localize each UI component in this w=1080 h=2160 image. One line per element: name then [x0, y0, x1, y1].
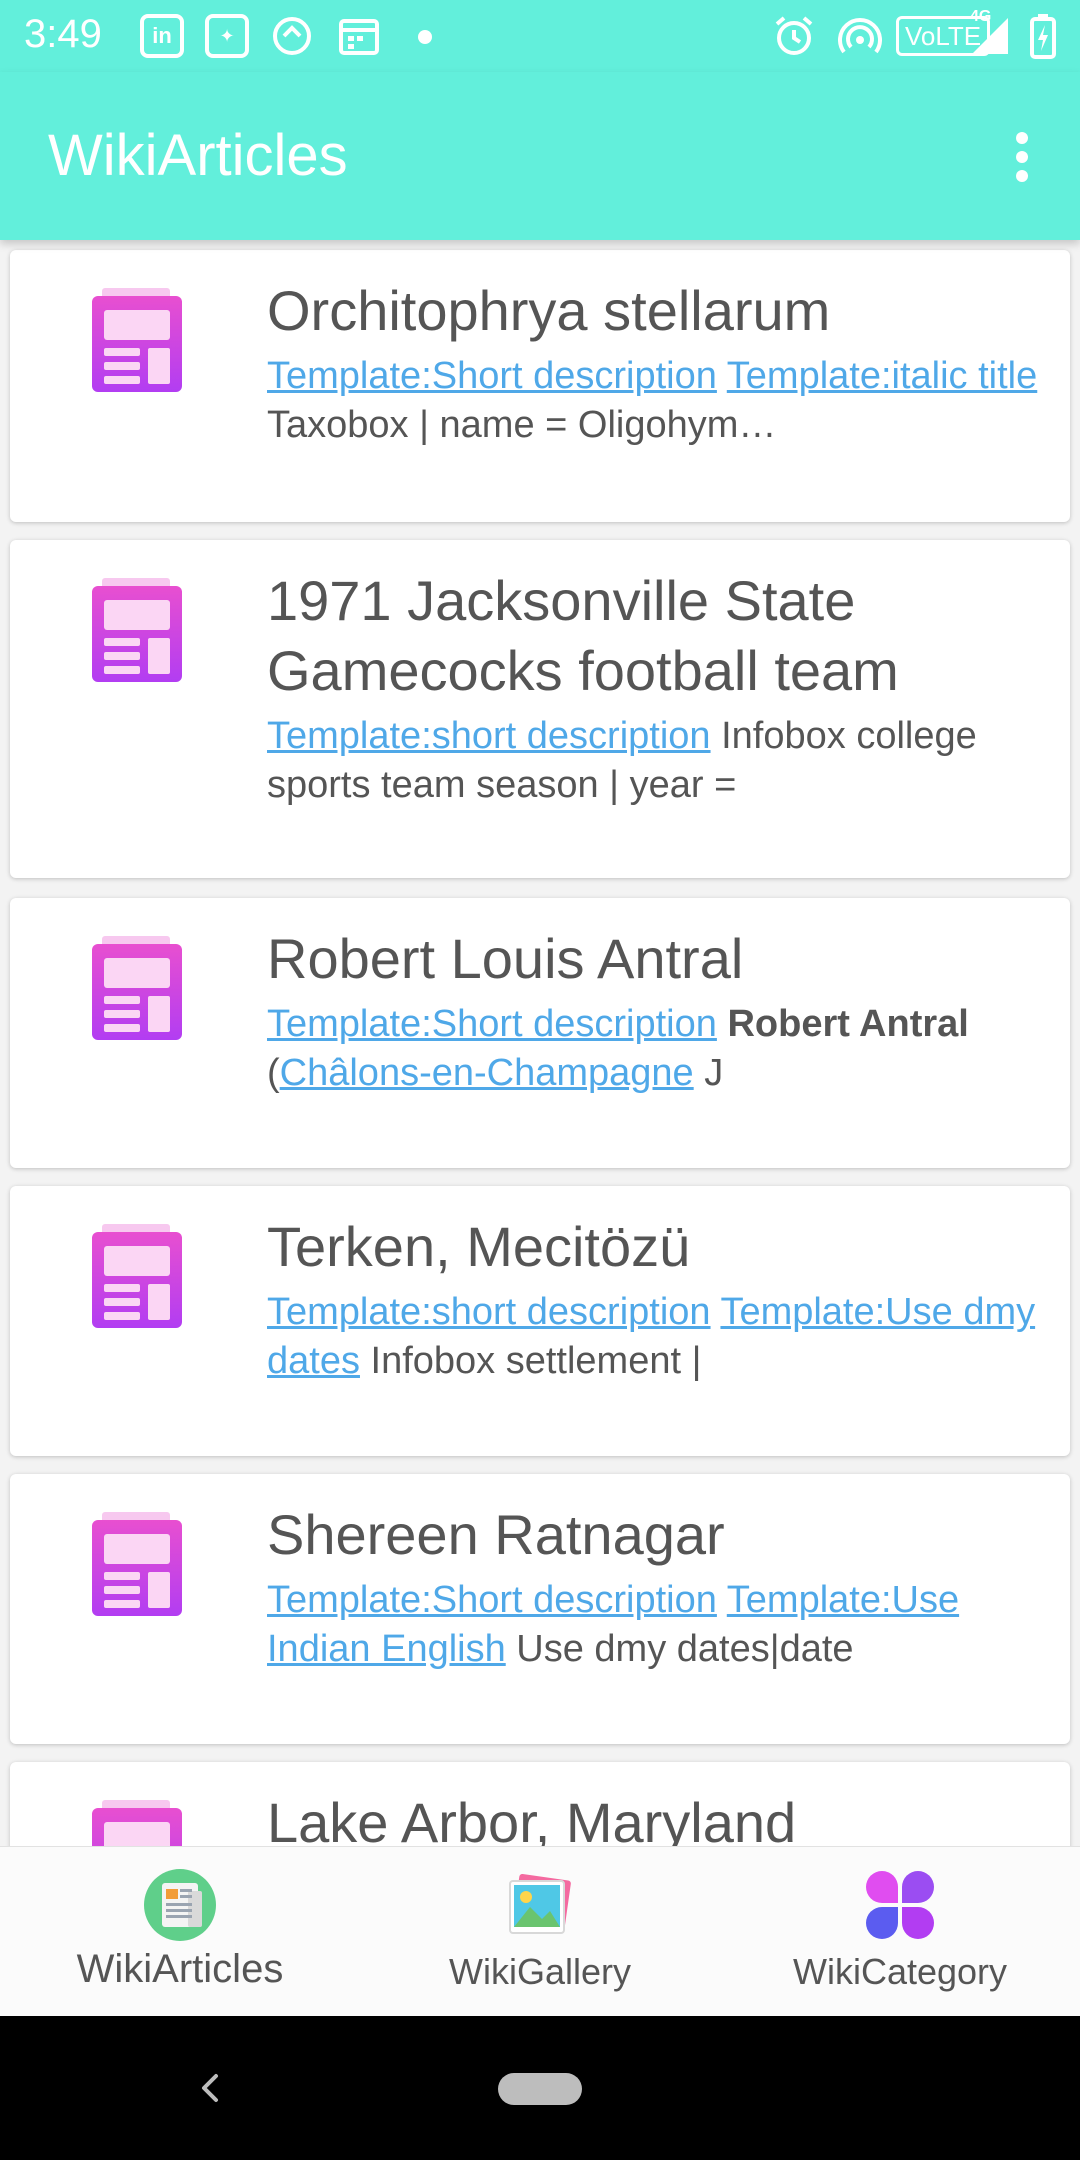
- snippet-text: J: [693, 1052, 724, 1094]
- snippet-text: Taxobox | name = Oligohym…: [267, 404, 777, 446]
- status-time: 3:49: [24, 12, 102, 56]
- article-card[interactable]: Terken, Mecitözü Template:short descript…: [10, 1186, 1070, 1456]
- snippet-link[interactable]: Template:Short description: [267, 1579, 717, 1621]
- snippet-link[interactable]: Template:short description: [267, 1291, 711, 1333]
- article-snippet: Template:Short description Template:Use …: [267, 1576, 1046, 1674]
- alarm-icon: [772, 14, 816, 58]
- article-card[interactable]: Robert Louis Antral Template:Short descr…: [10, 898, 1070, 1168]
- gallery-icon: [509, 1874, 571, 1934]
- article-snippet: Template:short description Template:Use …: [267, 1288, 1046, 1386]
- app-bar: WikiArticles: [0, 72, 1080, 240]
- snippet-text: Infobox settlement |: [359, 1340, 702, 1382]
- snippet-link[interactable]: Châlons-en-Champagne: [280, 1052, 694, 1094]
- articles-icon: [144, 1869, 216, 1941]
- snippet-text: [711, 1291, 721, 1333]
- nav-item-wikicategory[interactable]: WikiCategory: [720, 1847, 1080, 2017]
- hotspot-icon: [838, 14, 882, 58]
- back-icon[interactable]: [190, 2060, 230, 2116]
- snippet-text: Use dmy dates|date: [505, 1628, 854, 1670]
- snippet-text: [717, 1003, 728, 1045]
- article-card[interactable]: Shereen Ratnagar Template:Short descript…: [10, 1474, 1070, 1744]
- article-title[interactable]: Shereen Ratnagar: [267, 1500, 1046, 1570]
- battery-charging-icon: [1030, 14, 1056, 59]
- more-vert-icon[interactable]: [1014, 132, 1030, 182]
- hotstar-icon: ✦: [205, 14, 249, 58]
- snippet-link[interactable]: Template:italic title: [727, 355, 1037, 397]
- article-icon: [92, 1512, 182, 1616]
- article-snippet: Template:Short description Robert Antral…: [267, 1000, 1046, 1098]
- article-icon: [92, 1800, 182, 1846]
- article-card[interactable]: Orchitophrya stellarum Template:Short de…: [10, 250, 1070, 522]
- snippet-link[interactable]: Template:Short description: [267, 355, 717, 397]
- article-title[interactable]: Lake Arbor, Maryland: [267, 1788, 1046, 1846]
- nav-label: WikiGallery: [448, 1951, 631, 1992]
- sync-icon: [270, 14, 314, 58]
- system-navigation-bar: [0, 2016, 1080, 2160]
- signal-4g-icon: 4G: [968, 8, 1012, 58]
- article-title[interactable]: Robert Louis Antral: [267, 924, 1046, 994]
- article-icon: [92, 288, 182, 392]
- category-icon: [866, 1871, 934, 1939]
- article-title[interactable]: 1971 Jacksonville State Gamecocks footba…: [267, 566, 1046, 706]
- article-snippet: Template:Short description Template:ital…: [267, 352, 1046, 450]
- article-card[interactable]: Lake Arbor, Maryland: [10, 1762, 1070, 1846]
- article-title[interactable]: Orchitophrya stellarum: [267, 276, 1046, 346]
- nav-item-wikiarticles[interactable]: WikiArticles: [0, 1847, 360, 2017]
- linkedin-icon: in: [140, 14, 184, 58]
- bottom-navigation: WikiArticles WikiGallery WikiCategory: [0, 1846, 1080, 2016]
- article-icon: [92, 1224, 182, 1328]
- home-pill[interactable]: [498, 2073, 582, 2105]
- page-title: WikiArticles: [48, 123, 348, 188]
- nav-label: WikiCategory: [792, 1951, 1008, 1992]
- snippet-text: [717, 1579, 727, 1621]
- article-icon: [92, 578, 182, 682]
- article-snippet: Template:short description Infobox colle…: [267, 712, 1046, 810]
- article-card[interactable]: 1971 Jacksonville State Gamecocks footba…: [10, 540, 1070, 878]
- article-list[interactable]: Orchitophrya stellarum Template:Short de…: [0, 240, 1080, 1846]
- snippet-bold-text: Robert Antral: [727, 1003, 969, 1045]
- dot-icon: [418, 30, 432, 44]
- snippet-link[interactable]: Template:short description: [267, 715, 711, 757]
- snippet-text: (: [267, 1052, 280, 1094]
- snippet-link[interactable]: Template:Short description: [267, 1003, 717, 1045]
- snippet-text: [717, 355, 727, 397]
- nav-item-wikigallery[interactable]: WikiGallery: [360, 1847, 720, 2017]
- article-title[interactable]: Terken, Mecitözü: [267, 1212, 1046, 1282]
- calendar-icon: [338, 14, 380, 58]
- status-bar: 3:49 in ✦ VoLTE 4G: [0, 0, 1080, 72]
- nav-label: WikiArticles: [76, 1947, 284, 1991]
- article-icon: [92, 936, 182, 1040]
